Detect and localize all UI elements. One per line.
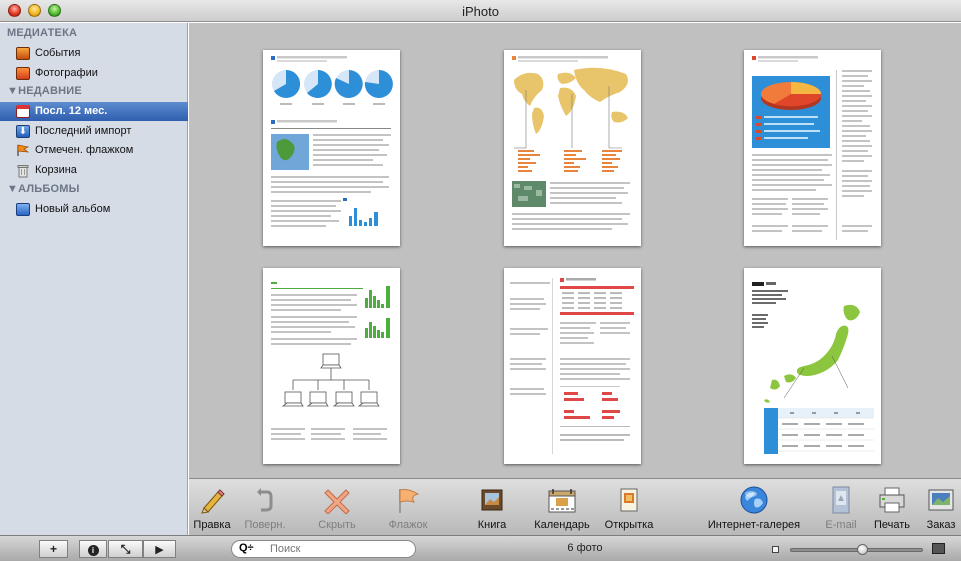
sidebar-item-label: Фотографии (35, 67, 98, 79)
info-icon: i (87, 545, 99, 556)
photo-thumbnail[interactable] (504, 50, 641, 246)
calendar-icon (547, 485, 577, 515)
email-icon (826, 485, 856, 515)
album-icon (16, 203, 30, 216)
edit-button[interactable]: Правка (189, 479, 235, 536)
fullscreen-icon: ⤡ (120, 542, 131, 556)
toolbar-label: Календарь (534, 519, 590, 531)
sidebar-item-label: Посл. 12 мес. (35, 105, 108, 117)
sidebar-item-label: Корзина (35, 164, 77, 176)
sidebar-item-label: Новый альбом (35, 203, 111, 215)
pie-report-image (271, 56, 393, 227)
sidebar-item-label: Последний импорт (35, 125, 132, 137)
calendar-button[interactable]: Календарь (528, 479, 596, 536)
card-icon (614, 485, 644, 515)
photo-thumbnail[interactable] (504, 268, 641, 464)
iphoto-window: iPhoto МЕДИАТЕКА События Фотографии ▼НЕД… (0, 0, 961, 561)
email-button[interactable]: E-mail (816, 479, 866, 536)
sidebar-item-label: Отмечен. флажком (35, 144, 134, 156)
section-library: МЕДИАТЕКА (7, 27, 78, 39)
toolbar-label: Правка (193, 519, 231, 531)
zoom-slider-knob[interactable] (857, 544, 868, 555)
sidebar-item-label: События (35, 47, 81, 59)
web-gallery-button[interactable]: Интернет-галерея (702, 479, 806, 536)
photo-thumbnail[interactable] (263, 50, 400, 246)
bottom-bar: + i ⤡ ▶ Q÷ 6 фото (0, 535, 961, 561)
photo-browser (189, 23, 961, 478)
flag-icon (16, 144, 30, 157)
small-thumbnail-icon (772, 546, 779, 553)
sidebar-item-events[interactable]: События (0, 44, 188, 63)
card-button[interactable]: Открытка (599, 479, 659, 536)
3d-pie-report-image (752, 56, 872, 240)
sidebar: МЕДИАТЕКА События Фотографии ▼НЕДАВНИЕ П… (0, 23, 188, 535)
flag-button[interactable]: Флажок (378, 479, 438, 536)
search-field[interactable]: Q÷ (231, 540, 416, 558)
hide-button[interactable]: Скрыть (307, 479, 367, 536)
toolbar-label: Флажок (388, 519, 428, 531)
toolbar-label: Скрыть (318, 519, 356, 531)
import-icon: ⬇ (16, 125, 30, 138)
photo-thumbnail[interactable] (744, 50, 881, 246)
trash-icon (16, 164, 30, 178)
order-button[interactable]: Заказ (921, 479, 961, 536)
toolbar-label: Печать (873, 519, 911, 531)
sidebar-item-photos[interactable]: Фотографии (0, 64, 188, 83)
title-bar: iPhoto (0, 0, 961, 22)
add-album-button[interactable]: + (39, 540, 68, 558)
toolbar-label: Поверн. (244, 519, 286, 531)
slideshow-button[interactable]: ▶ (143, 540, 176, 558)
calendar-icon (16, 105, 30, 118)
rotate-icon (250, 485, 280, 515)
sidebar-item-last-import[interactable]: ⬇ Последний импорт (0, 122, 188, 141)
print-button[interactable]: Печать (867, 479, 917, 536)
book-button[interactable]: Книга (469, 479, 515, 536)
photo-thumbnail[interactable] (263, 268, 400, 464)
globe-icon (739, 485, 769, 515)
toolbar-label: Открытка (604, 519, 654, 531)
printer-icon (877, 485, 907, 515)
japan-map-report-image (752, 282, 874, 454)
zoom-slider[interactable] (790, 544, 923, 555)
info-button[interactable]: i (79, 540, 107, 558)
large-thumbnail-icon (932, 543, 945, 554)
toolbar-label: Книга (477, 519, 507, 531)
fullscreen-button[interactable]: ⤡ (108, 540, 143, 558)
world-map-report-image (512, 56, 630, 230)
network-report-image (271, 282, 390, 440)
photo-count: 6 фото (567, 542, 603, 554)
photo-thumbnail[interactable] (744, 268, 881, 464)
play-icon: ▶ (155, 544, 164, 556)
order-icon (926, 485, 956, 515)
toolbar: Правка Поверн. Скрыть Флажок Книга Кален… (189, 478, 961, 535)
photos-icon (16, 67, 30, 80)
window-title: iPhoto (462, 4, 499, 19)
search-menu-icon[interactable]: Q÷ (239, 542, 254, 554)
search-input[interactable] (270, 542, 410, 556)
flag-icon (393, 485, 423, 515)
toolbar-label: Заказ (926, 519, 956, 531)
toolbar-label: E-mail (825, 519, 857, 531)
section-albums[interactable]: ▼АЛЬБОМЫ (7, 183, 80, 195)
sidebar-item-flagged[interactable]: Отмечен. флажком (0, 141, 188, 160)
sidebar-item-new-album[interactable]: Новый альбом (0, 200, 188, 219)
table-report-image (510, 278, 634, 454)
hide-x-icon (322, 485, 352, 515)
sidebar-item-last-12-months[interactable]: Посл. 12 мес. (0, 102, 188, 121)
pencil-icon (197, 485, 227, 515)
section-recent[interactable]: ▼НЕДАВНИЕ (7, 85, 82, 97)
rotate-button[interactable]: Поверн. (235, 479, 295, 536)
toolbar-label: Интернет-галерея (707, 519, 801, 531)
book-icon (477, 485, 507, 515)
events-icon (16, 47, 30, 60)
sidebar-item-trash[interactable]: Корзина (0, 161, 188, 180)
